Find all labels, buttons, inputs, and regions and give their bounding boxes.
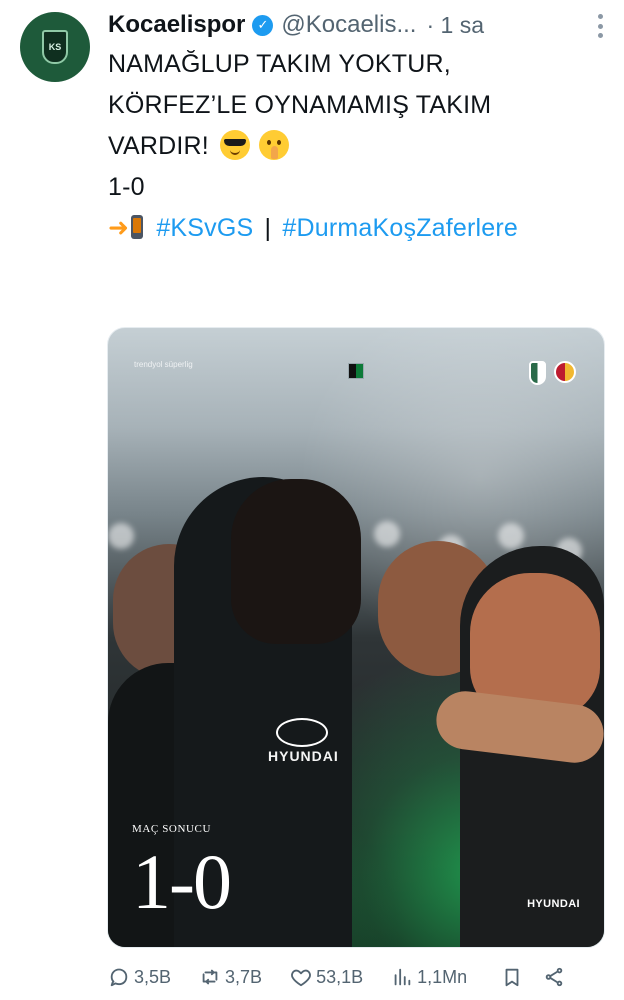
score-line: 1-0 [108,173,145,201]
match-result-image[interactable]: trendyol süperlig HYUNDAI MAÇ SONUCU 1-0… [107,327,605,948]
kocaelispor-logo: KS [42,30,68,64]
shushing-face-emoji-icon [259,130,290,161]
hashtag-durmakoszaferlere[interactable]: #DurmaKoşZaferlere [282,214,518,242]
post-actions: 3,5B 3,7B 53,1B 1,1Mn [108,962,590,992]
views-chart-icon [391,966,413,988]
repost-action[interactable]: 3,7B [199,966,262,988]
hyundai-logo-icon [276,718,328,747]
league-brand: trendyol süperlig [134,360,193,369]
reply-count: 3,5B [134,966,172,987]
galatasaray-badge-icon [554,361,576,383]
post-line-3-text: VARDIR! [108,132,209,160]
post-text: NAMAĞLUP TAKIM YOKTUR, KÖRFEZ’LE OYNAMAM… [108,44,608,249]
bookmark-icon [501,966,523,988]
display-name[interactable]: Kocaelispor [108,11,245,39]
like-count: 53,1B [316,966,364,987]
post-line-2: KÖRFEZ’LE OYNAMAMIŞ TAKIM [108,91,492,119]
right-arrow-emoji-icon: ➜ [108,214,130,242]
post-header: Kocaelispor ✓ @Kocaelis... · 1 sa [108,8,604,42]
share-icon [543,966,565,988]
profile-avatar[interactable]: KS [20,12,90,82]
sponsor-brand: HYUNDAI [527,898,580,910]
sunglasses-emoji-icon [220,130,251,161]
match-result-label: MAÇ SONUCU [132,823,212,835]
hashtag-ksvgs[interactable]: #KSvGS [156,214,253,242]
post-line-1: NAMAĞLUP TAKIM YOKTUR, [108,50,451,78]
bookmark-action[interactable] [501,966,527,988]
post-line-3: VARDIR! [108,126,608,167]
repost-count: 3,7B [225,966,263,987]
club-badges [529,361,576,385]
reply-action[interactable]: 3,5B [108,966,171,988]
kocaelispor-badge-icon [529,361,546,385]
repost-icon [199,966,221,988]
views-action[interactable]: 1,1Mn [391,966,467,988]
account-handle[interactable]: @Kocaelis... [281,11,416,39]
heart-icon [290,966,312,988]
view-count: 1,1Mn [417,966,468,987]
club-color-flag-icon [348,363,364,379]
hashtag-line: ➜ #KSvGS | #DurmaKoşZaferlere [108,208,608,249]
jersey-sponsor: HYUNDAI [268,748,339,764]
player-main-head [231,479,361,644]
post-time[interactable]: · 1 sa [426,12,484,39]
mobile-phone-emoji-icon [131,215,144,240]
reply-icon [108,966,130,988]
more-options-icon[interactable] [596,12,604,40]
verified-badge-icon: ✓ [252,14,274,36]
share-action[interactable] [543,966,569,988]
like-action[interactable]: 53,1B [290,966,363,988]
match-score: 1-0 [132,838,232,925]
hashtag-separator: | [264,214,272,242]
